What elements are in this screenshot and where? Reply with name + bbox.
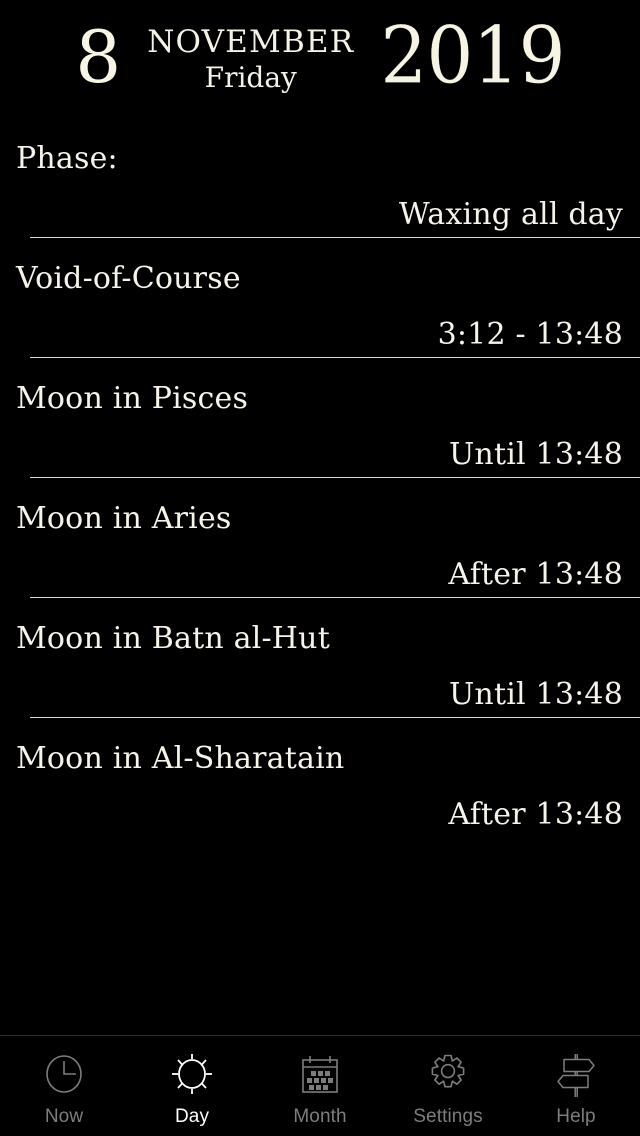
row-value: Waxing all day — [398, 197, 623, 232]
list-empty-space — [0, 838, 640, 1035]
list-item[interactable]: Moon in Al-Sharatain After 13:48 — [0, 718, 640, 838]
tab-month[interactable]: Month — [256, 1036, 384, 1136]
header-day-number: 8 — [75, 15, 122, 99]
list-item[interactable]: Void-of-Course 3:12 - 13:48 — [0, 238, 640, 358]
row-value: After 13:48 — [448, 797, 623, 832]
tab-help-label: Help — [556, 1106, 596, 1127]
tab-day[interactable]: Day — [128, 1036, 256, 1136]
row-title: Void-of-Course — [16, 261, 241, 296]
header-weekday: Friday — [204, 61, 297, 95]
tab-now-label: Now — [44, 1106, 84, 1127]
tab-settings-label: Settings — [413, 1106, 483, 1127]
row-title: Phase: — [16, 141, 118, 176]
header-month-name: NOVEMBER — [147, 23, 355, 60]
list-item[interactable]: Moon in Batn al-Hut Until 13:48 — [0, 598, 640, 718]
list-item[interactable]: Moon in Pisces Until 13:48 — [0, 358, 640, 478]
row-title: Moon in Al-Sharatain — [16, 741, 345, 776]
row-value: 3:12 - 13:48 — [437, 317, 623, 352]
header-year: 2019 — [380, 10, 566, 102]
bottom-tab-bar: Now Day Month Settings Help — [0, 1035, 640, 1136]
date-header: 8 NOVEMBER Friday 2019 — [0, 0, 640, 118]
tab-day-label: Day — [174, 1106, 210, 1127]
row-value: After 13:48 — [448, 557, 623, 592]
row-title: Moon in Batn al-Hut — [16, 621, 330, 656]
tab-settings[interactable]: Settings — [384, 1036, 512, 1136]
day-view-screen: 8 NOVEMBER Friday 2019 Phase: Waxing all… — [0, 0, 640, 1136]
list-item[interactable]: Moon in Aries After 13:48 — [0, 478, 640, 598]
calendar-icon — [294, 1050, 346, 1102]
tab-month-label: Month — [293, 1106, 347, 1127]
row-title: Moon in Pisces — [16, 381, 249, 416]
list-item[interactable]: Phase: Waxing all day — [0, 118, 640, 238]
row-value: Until 13:48 — [448, 677, 623, 712]
tab-now[interactable]: Now — [0, 1036, 128, 1136]
row-title: Moon in Aries — [16, 501, 232, 536]
header-month-block: NOVEMBER Friday — [147, 25, 354, 95]
signpost-icon — [550, 1050, 602, 1102]
sun-icon — [166, 1050, 218, 1102]
moon-info-list: Phase: Waxing all day Void-of-Course 3:1… — [0, 118, 640, 1035]
row-value: Until 13:48 — [448, 437, 623, 472]
tab-help[interactable]: Help — [512, 1036, 640, 1136]
gear-icon — [422, 1050, 474, 1102]
clock-icon — [38, 1050, 90, 1102]
